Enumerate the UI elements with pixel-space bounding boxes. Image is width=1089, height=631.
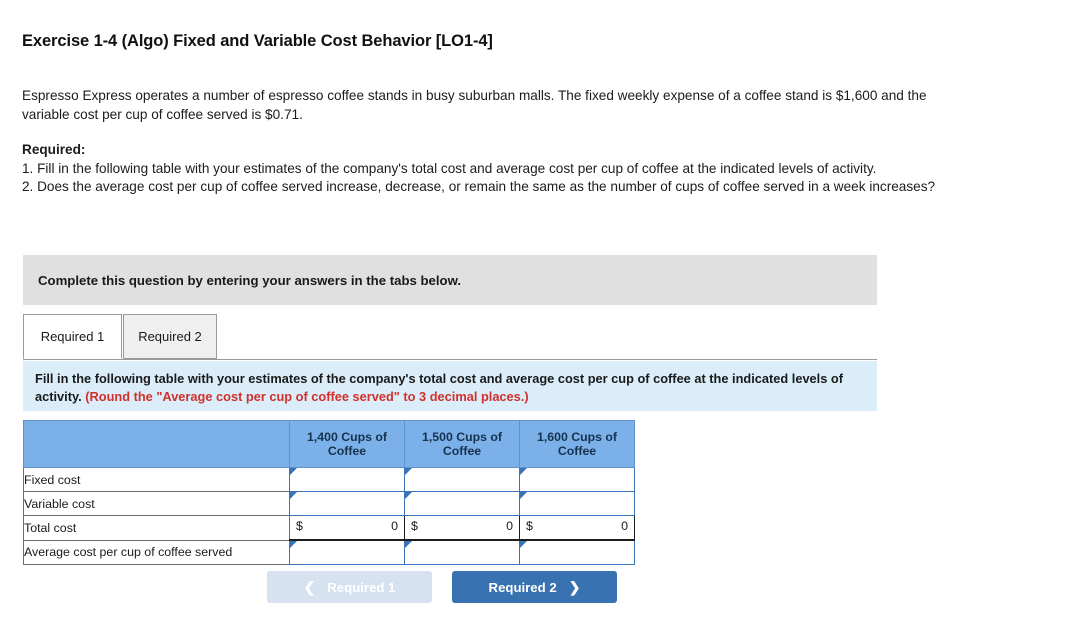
total-value: 0 — [621, 519, 628, 533]
input-value — [290, 492, 404, 515]
table-head: 1,400 Cups of Coffee 1,500 Cups of Coffe… — [23, 420, 635, 468]
cell-marker-icon — [290, 541, 297, 548]
input-value — [405, 541, 519, 564]
cell-marker-icon — [405, 468, 412, 475]
input-cell-average-cost-1600[interactable] — [519, 539, 635, 565]
required-heading: Required: — [22, 142, 86, 157]
chevron-left-icon: ❮ — [303, 579, 316, 595]
input-cell-fixed-cost-1600[interactable] — [519, 467, 635, 492]
cell-marker-icon — [520, 492, 527, 499]
input-value — [290, 541, 404, 564]
page-title: Exercise 1-4 (Algo) Fixed and Variable C… — [22, 32, 493, 50]
cell-marker-icon — [520, 468, 527, 475]
tab-required-2-label: Required 2 — [138, 329, 202, 344]
input-cell-fixed-cost-1400[interactable] — [289, 467, 405, 492]
input-value — [520, 468, 634, 491]
input-value — [405, 468, 519, 491]
tab-instruction-text: Fill in the following table with your es… — [35, 370, 865, 406]
table-column-header-1500: 1,500 Cups of Coffee — [404, 420, 520, 468]
cell-marker-icon — [405, 492, 412, 499]
total-value: 0 — [506, 519, 513, 533]
table-body: Fixed cost Variable cost Total cost $ 0 … — [23, 467, 635, 565]
next-required-button[interactable]: Required 2 ❯ — [452, 571, 617, 603]
tab-instruction-panel: Fill in the following table with your es… — [23, 361, 877, 411]
required-item-1: 1. Fill in the following table with your… — [22, 160, 877, 176]
currency-symbol: $ — [296, 519, 303, 533]
input-value — [405, 492, 519, 515]
input-value — [520, 541, 634, 564]
row-label-fixed-cost: Fixed cost — [23, 467, 290, 492]
input-cell-fixed-cost-1500[interactable] — [404, 467, 520, 492]
row-label-variable-cost: Variable cost — [23, 491, 290, 516]
input-cell-variable-cost-1500[interactable] — [404, 491, 520, 516]
rounding-note: (Round the "Average cost per cup of coff… — [85, 389, 529, 404]
row-label-total-cost: Total cost — [23, 515, 290, 541]
tab-strip: Required 1 Required 2 — [23, 314, 877, 360]
exercise-page: Exercise 1-4 (Algo) Fixed and Variable C… — [0, 0, 1089, 631]
currency-symbol: $ — [411, 519, 418, 533]
table-row: Fixed cost — [23, 467, 635, 492]
total-cell-1400: $ 0 — [289, 515, 405, 541]
currency-symbol: $ — [526, 519, 533, 533]
instructions-banner: Complete this question by entering your … — [23, 255, 877, 305]
tab-required-1-label: Required 1 — [40, 329, 105, 344]
row-label-average-cost: Average cost per cup of coffee served — [23, 540, 290, 565]
tab-required-1[interactable]: Required 1 — [23, 314, 122, 359]
next-required-label: Required 2 — [488, 579, 557, 595]
instructions-banner-text: Complete this question by entering your … — [38, 272, 462, 288]
cell-marker-icon — [290, 492, 297, 499]
cell-marker-icon — [290, 468, 297, 475]
table-column-header-1600: 1,600 Cups of Coffee — [519, 420, 635, 468]
input-value — [520, 492, 634, 515]
input-value — [290, 468, 404, 491]
input-cell-average-cost-1500[interactable] — [404, 539, 520, 565]
tab-navigation: ❮ Required 1 Required 2 ❯ — [267, 571, 617, 603]
cell-marker-icon — [520, 541, 527, 548]
total-cell-1600: $ 0 — [519, 515, 635, 541]
table-header-row: 1,400 Cups of Coffee 1,500 Cups of Coffe… — [23, 420, 635, 468]
table-row: Total cost $ 0 $ 0 $ 0 — [23, 515, 635, 541]
table-row: Variable cost — [23, 491, 635, 516]
cell-marker-icon — [405, 541, 412, 548]
input-cell-variable-cost-1400[interactable] — [289, 491, 405, 516]
total-cell-1500: $ 0 — [404, 515, 520, 541]
chevron-right-icon: ❯ — [568, 579, 581, 595]
exercise-intro-text: Espresso Express operates a number of es… — [22, 88, 927, 122]
required-item-2: 2. Does the average cost per cup of coff… — [22, 179, 936, 194]
total-value: 0 — [391, 519, 398, 533]
table-row: Average cost per cup of coffee served — [23, 539, 635, 565]
table-column-header-1400: 1,400 Cups of Coffee — [289, 420, 405, 468]
previous-required-label: Required 1 — [327, 579, 396, 595]
previous-required-button[interactable]: ❮ Required 1 — [267, 571, 432, 603]
input-cell-variable-cost-1600[interactable] — [519, 491, 635, 516]
required-block: Required: 1. Fill in the following table… — [22, 141, 962, 197]
input-cell-average-cost-1400[interactable] — [289, 539, 405, 565]
table-corner-header — [23, 420, 290, 468]
cost-behavior-table: 1,400 Cups of Coffee 1,500 Cups of Coffe… — [23, 420, 635, 565]
tab-required-2[interactable]: Required 2 — [123, 314, 217, 359]
